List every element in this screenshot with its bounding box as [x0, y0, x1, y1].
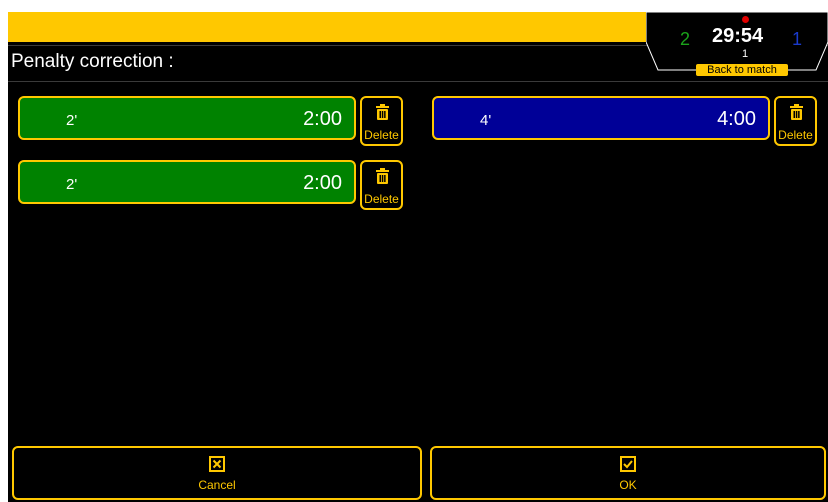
penalty-remaining-time: 2:00	[303, 172, 342, 194]
penalty-correction-screen: Penalty correction : 2 29:54 1 1 Back to…	[8, 12, 828, 502]
delete-label: Delete	[364, 128, 399, 142]
cancel-button[interactable]: Cancel	[12, 446, 422, 500]
penalty-duration: 4'	[480, 112, 492, 129]
delete-label: Delete	[778, 128, 813, 142]
home-penalty-row[interactable]: 2' 2:00	[18, 96, 356, 140]
trash-icon	[790, 104, 803, 120]
ok-button[interactable]: OK	[430, 446, 826, 500]
scoreboard[interactable]: 2 29:54 1 1 Back to match	[646, 12, 828, 76]
clock-running-indicator	[742, 16, 749, 23]
home-score: 2	[680, 29, 691, 49]
cancel-label: Cancel	[198, 478, 236, 492]
trash-icon	[376, 168, 389, 184]
penalty-remaining-time: 2:00	[303, 108, 342, 130]
match-clock: 29:54	[712, 25, 764, 47]
delete-button[interactable]: Delete	[360, 96, 403, 146]
penalty-duration: 2'	[66, 176, 78, 193]
delete-label: Delete	[364, 192, 399, 206]
checkbox-check-icon	[620, 456, 636, 472]
away-score: 1	[792, 29, 803, 49]
checkbox-x-icon	[209, 456, 225, 472]
period-number: 1	[742, 48, 749, 60]
page-title: Penalty correction :	[11, 51, 174, 72]
home-penalty-row[interactable]: 2' 2:00	[18, 160, 356, 204]
penalty-duration: 2'	[66, 112, 78, 129]
back-to-match-button[interactable]: Back to match	[696, 64, 788, 76]
ok-label: OK	[619, 478, 637, 492]
trash-icon	[376, 104, 389, 120]
away-penalty-row[interactable]: 4' 4:00	[432, 96, 770, 140]
delete-button[interactable]: Delete	[774, 96, 817, 146]
delete-button[interactable]: Delete	[360, 160, 403, 210]
penalty-remaining-time: 4:00	[717, 108, 756, 130]
